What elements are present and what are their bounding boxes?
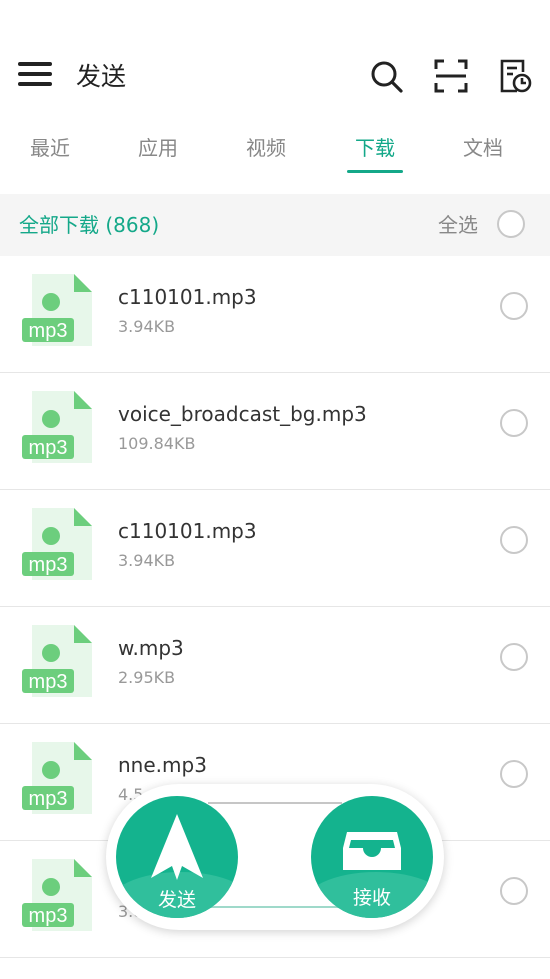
file-type-label: mp3 (29, 554, 68, 576)
mp3-file-icon: mp3 (22, 272, 96, 348)
tab-apps[interactable]: 应用 (118, 132, 198, 164)
mp3-file-icon: mp3 (22, 740, 96, 816)
select-all-checkbox[interactable] (497, 210, 525, 238)
active-tab-indicator (347, 170, 403, 173)
file-name: nne.mp3 (118, 753, 207, 777)
page-title: 发送 (76, 62, 127, 91)
search-icon[interactable] (368, 58, 404, 94)
file-name: w.mp3 (118, 636, 184, 660)
file-size: 3.94KB (118, 317, 176, 336)
tab-documents[interactable]: 文档 (443, 132, 523, 164)
category-tabs: 最近 应用 视频 下载 文档 (0, 124, 550, 180)
item-checkbox[interactable] (500, 643, 528, 671)
scan-icon[interactable] (433, 58, 469, 94)
receive-button[interactable]: 接收 (311, 796, 433, 918)
list-item[interactable]: mp3 c110101.mp3 3.94KB (0, 256, 550, 373)
file-type-label: mp3 (29, 671, 68, 693)
menu-icon[interactable] (18, 62, 52, 92)
file-size: 109.84KB (118, 434, 196, 453)
file-name: c110101.mp3 (118, 519, 257, 543)
file-size: 2.95KB (118, 668, 176, 687)
tab-downloads[interactable]: 下载 (335, 132, 415, 164)
tab-videos[interactable]: 视频 (226, 132, 306, 164)
mp3-file-icon: mp3 (22, 506, 96, 582)
history-icon[interactable] (497, 58, 533, 94)
file-type-label: mp3 (29, 905, 68, 927)
download-section-header: 全部下载 (868) 全选 (0, 194, 550, 256)
file-name: voice_broadcast_bg.mp3 (118, 402, 367, 426)
file-type-label: mp3 (29, 437, 68, 459)
list-item[interactable]: mp3 c110101.mp3 3.94KB (0, 490, 550, 607)
send-label: 发送 (157, 889, 196, 911)
file-name: c110101.mp3 (118, 285, 257, 309)
receive-label: 接收 (352, 887, 391, 909)
item-checkbox[interactable] (500, 760, 528, 788)
select-all-label[interactable]: 全选 (438, 210, 478, 240)
top-app-bar: 发送 (0, 0, 550, 120)
send-receive-dock: 发送 接收 (106, 784, 444, 930)
item-checkbox[interactable] (500, 409, 528, 437)
item-checkbox[interactable] (500, 292, 528, 320)
mp3-file-icon: mp3 (22, 623, 96, 699)
list-item[interactable]: mp3 w.mp3 2.95KB (0, 607, 550, 724)
section-title: 全部下载 (868) (19, 213, 160, 237)
send-button[interactable]: 发送 (116, 796, 238, 918)
item-checkbox[interactable] (500, 877, 528, 905)
tab-recent[interactable]: 最近 (10, 132, 90, 164)
list-item[interactable]: mp3 voice_broadcast_bg.mp3 109.84KB (0, 373, 550, 490)
mp3-file-icon: mp3 (22, 389, 96, 465)
file-type-label: mp3 (29, 320, 68, 342)
item-checkbox[interactable] (500, 526, 528, 554)
file-size: 3.94KB (118, 551, 176, 570)
file-type-label: mp3 (29, 788, 68, 810)
mp3-file-icon: mp3 (22, 857, 96, 933)
